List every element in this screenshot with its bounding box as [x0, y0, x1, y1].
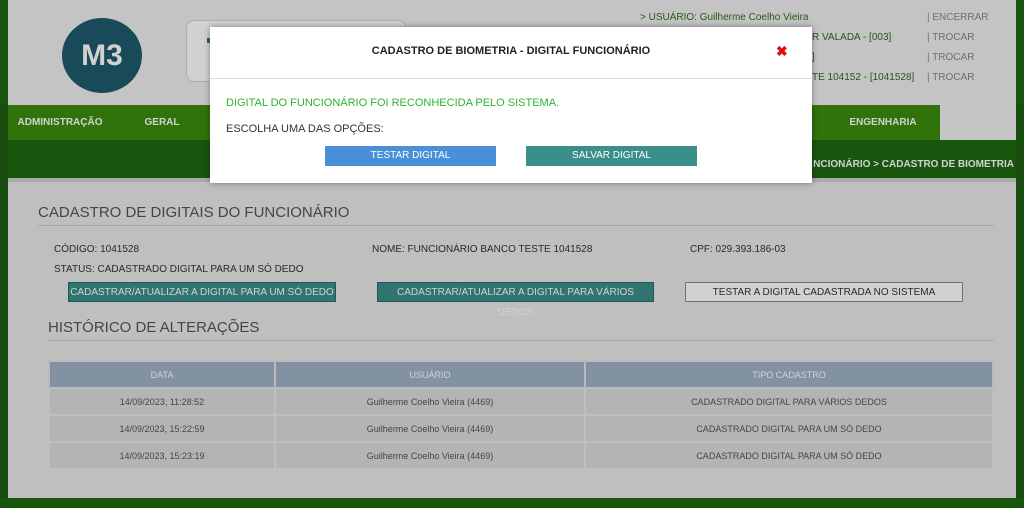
recognition-message: DIGITAL DO FUNCIONÁRIO FOI RECONHECIDA P…	[226, 97, 560, 109]
close-icon[interactable]: ✖	[776, 43, 788, 60]
test-digital-button[interactable]: TESTAR DIGITAL	[325, 146, 496, 166]
biometry-modal: CADASTRO DE BIOMETRIA - DIGITAL FUNCIONÁ…	[210, 27, 812, 183]
save-digital-button[interactable]: SALVAR DIGITAL	[526, 146, 697, 166]
modal-title: CADASTRO DE BIOMETRIA - DIGITAL FUNCIONÁ…	[210, 27, 812, 79]
options-prompt: ESCOLHA UMA DAS OPÇÕES:	[226, 123, 384, 135]
